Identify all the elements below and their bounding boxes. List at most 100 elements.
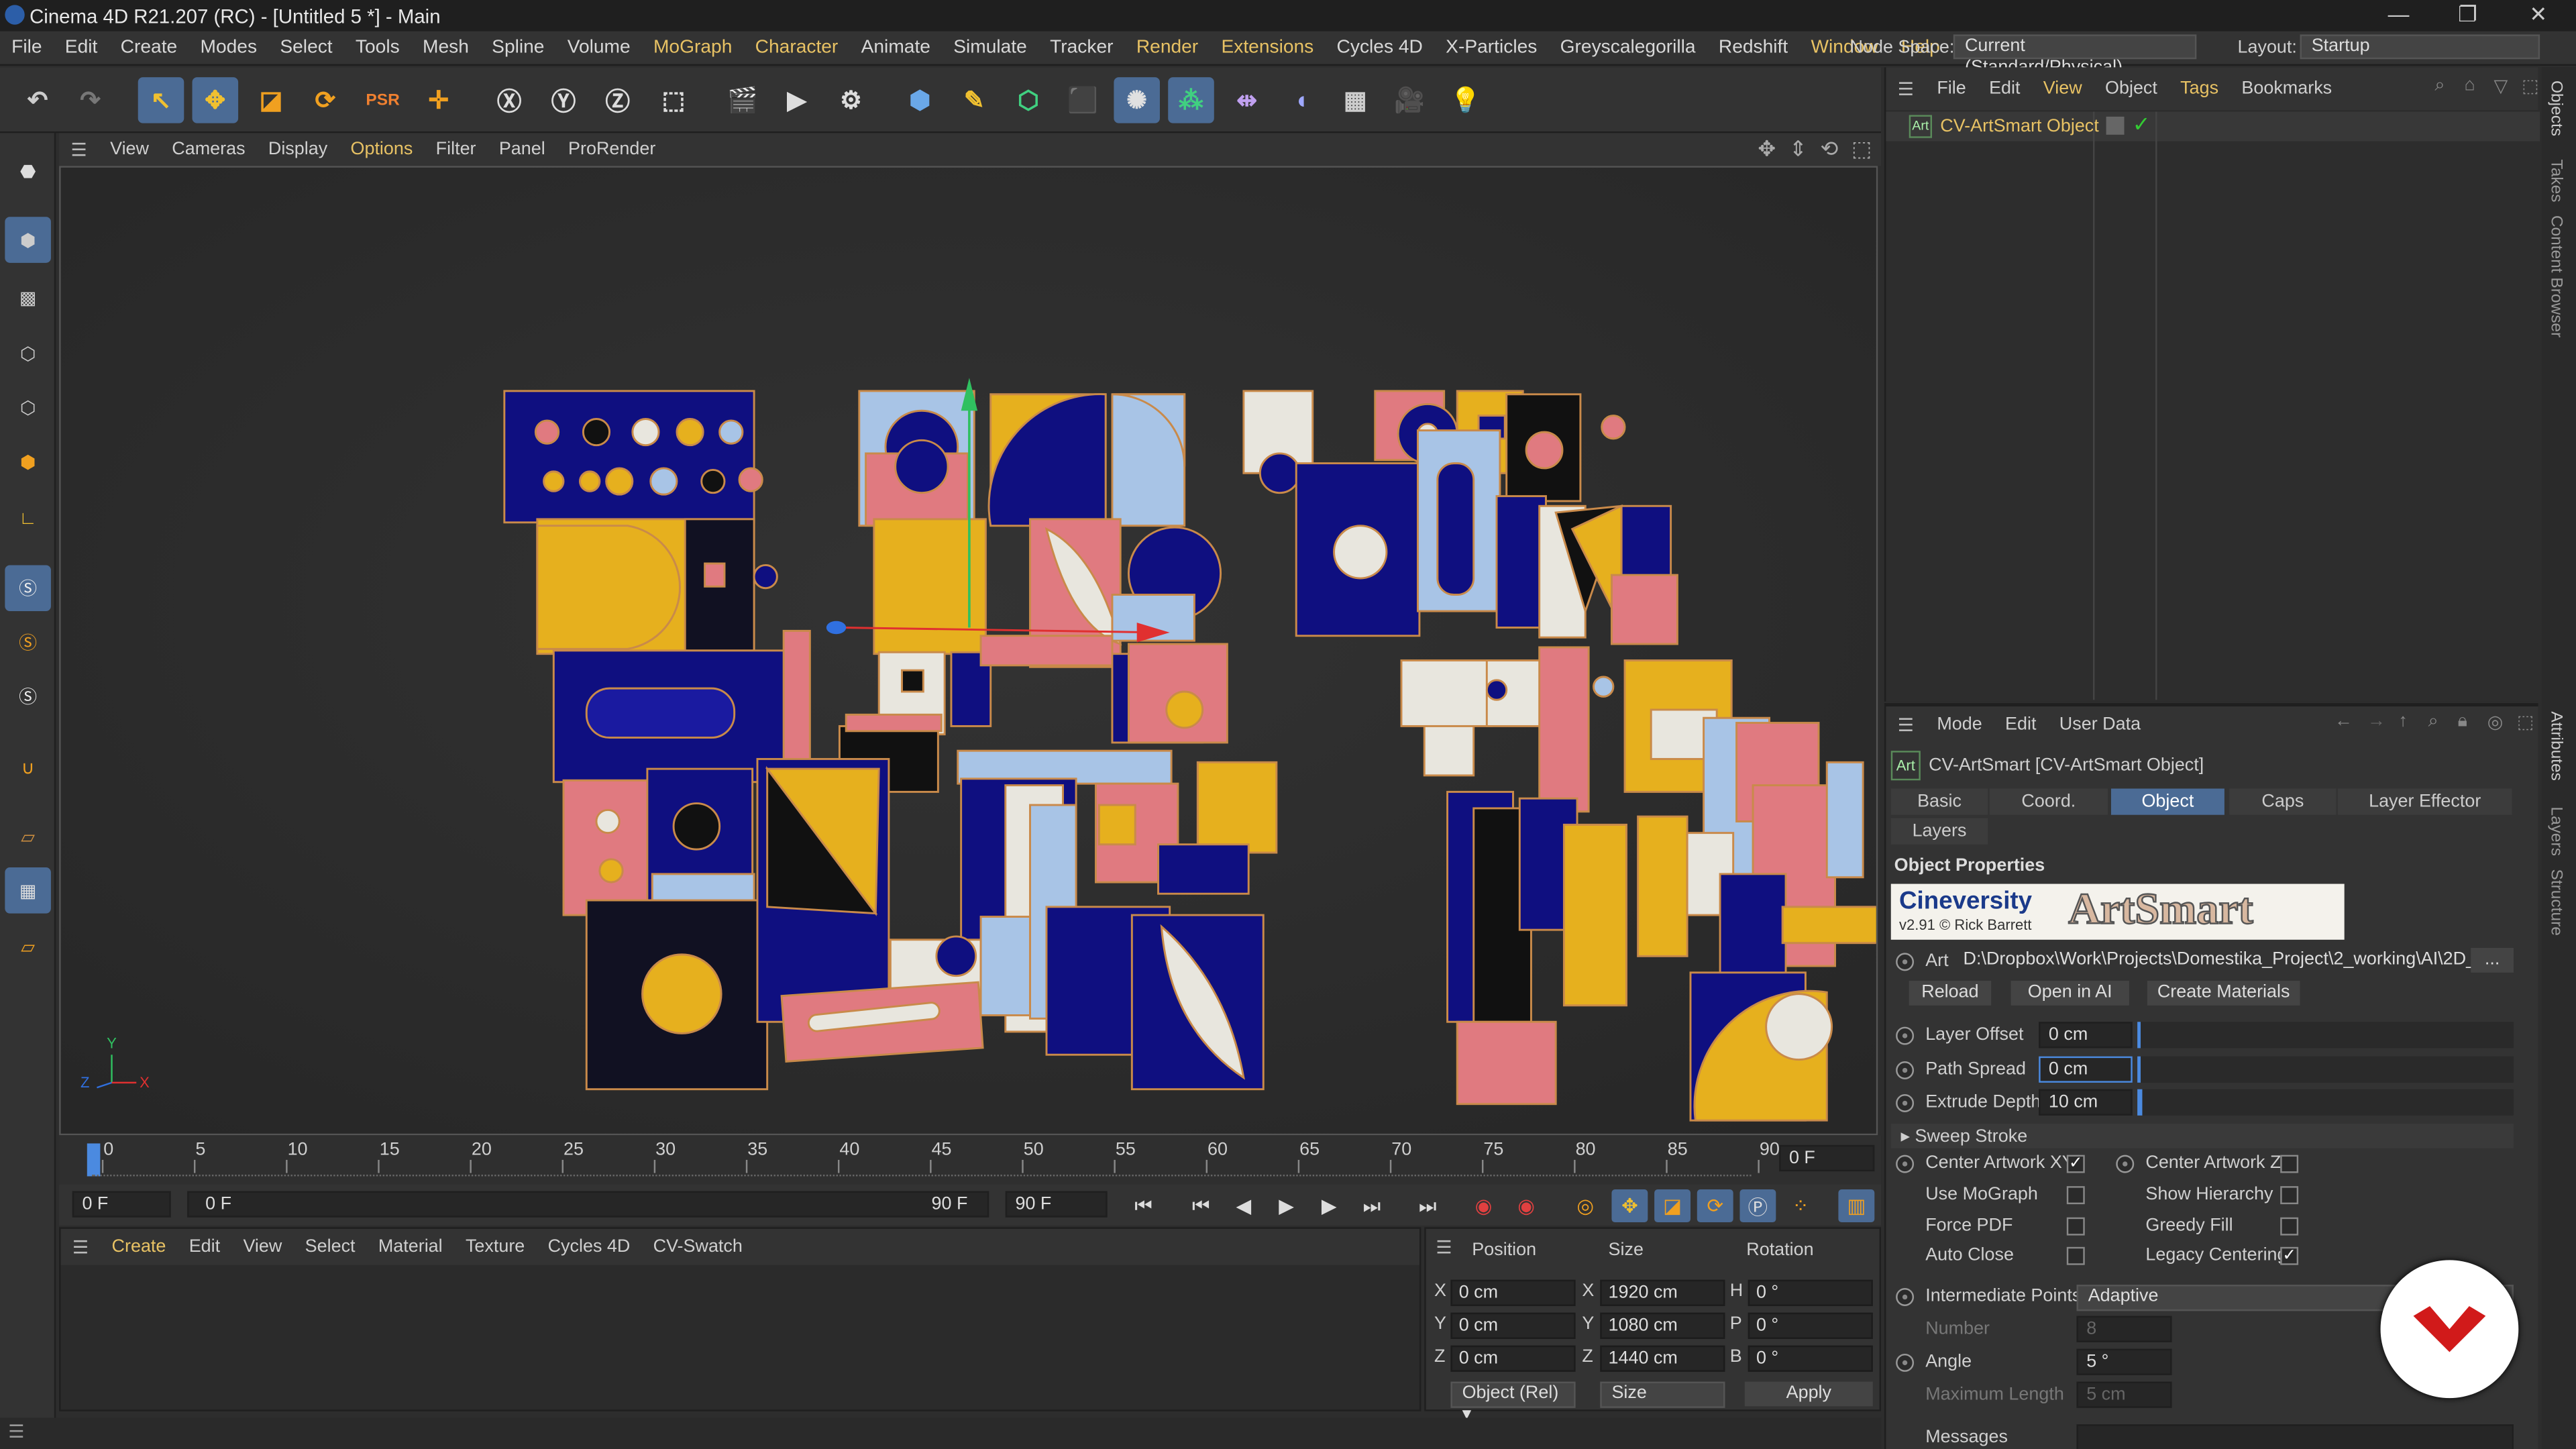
playhead[interactable] [87, 1143, 101, 1177]
size-field[interactable]: 1080 cm [1600, 1312, 1725, 1339]
tab-basic[interactable]: Basic [1890, 788, 1988, 815]
menu-item-animate[interactable]: Animate [849, 32, 942, 64]
forward-arrow-icon[interactable]: → [2367, 711, 2385, 731]
enabled-check-icon[interactable]: ✓ [2133, 112, 2151, 138]
menu-item-select[interactable]: Select [268, 32, 344, 64]
key-rotation-icon[interactable]: ⟳ [1697, 1189, 1733, 1223]
polygons-mode-icon[interactable]: ⬢ [5, 439, 51, 485]
back-arrow-icon[interactable]: ← [2334, 711, 2353, 731]
y-axis-lock-icon[interactable]: Ⓨ [541, 77, 587, 123]
path-spread-field[interactable]: 0 cm [2039, 1056, 2133, 1083]
up-arrow-icon[interactable]: ↑ [2399, 711, 2408, 731]
center-xy-checkbox[interactable]: ✓ [2066, 1155, 2085, 1173]
object-menu-edit[interactable]: Edit [1978, 67, 2032, 110]
legacy-centering-checkbox[interactable]: ✓ [2280, 1246, 2299, 1265]
object-menu-file[interactable]: File [1925, 67, 1978, 110]
viewport-menu-prorender[interactable]: ProRender [557, 133, 667, 166]
snap-settings-icon[interactable]: Ⓢ [5, 619, 51, 665]
material-menu-material[interactable]: Material [367, 1229, 454, 1265]
material-menu-cv-swatch[interactable]: CV-Swatch [641, 1229, 754, 1265]
layer-offset-field[interactable]: 0 cm [2039, 1022, 2133, 1049]
workplane-icon[interactable]: ▱ [5, 813, 51, 859]
render-view-icon[interactable]: 🎬 [720, 77, 766, 123]
maximize-icon[interactable]: ❐ [2434, 1, 2500, 30]
subdivision-icon[interactable]: ⬡ [1006, 77, 1052, 123]
3d-viewport[interactable]: Y X Z [59, 166, 1878, 1136]
side-tab-layers[interactable]: Layers [2546, 806, 2565, 856]
menu-item-mograph[interactable]: MoGraph [642, 32, 744, 64]
edges-mode-icon[interactable]: ⬡ [5, 384, 51, 431]
light-icon[interactable]: 💡 [1442, 77, 1489, 123]
center-z-radio[interactable] [2116, 1155, 2135, 1173]
key-pla-icon[interactable]: ⁘ [1782, 1189, 1819, 1222]
position-field[interactable]: 0 cm [1450, 1279, 1576, 1306]
menu-item-spline[interactable]: Spline [480, 32, 556, 64]
prev-frame-icon[interactable]: ◀ [1226, 1189, 1262, 1222]
tab-coord-[interactable]: Coord. [1989, 788, 2108, 815]
snap-icon[interactable]: Ⓢ [5, 565, 51, 612]
locked-workplane-icon[interactable]: ▱ [5, 923, 51, 969]
objects-hamburger-icon[interactable]: ☰ [1886, 78, 1925, 99]
size-mode-select[interactable]: Size [1600, 1381, 1725, 1408]
menu-item-x-particles[interactable]: X-Particles [1434, 32, 1548, 64]
center-xy-radio[interactable] [1896, 1155, 1915, 1173]
mograph-cloner-icon[interactable]: ✺ [1114, 77, 1160, 123]
layer-offset-radio[interactable] [1896, 1026, 1915, 1045]
prev-key-icon[interactable]: ⏮ [1183, 1189, 1219, 1222]
layout-select[interactable]: Startup [2300, 34, 2540, 60]
range-slider[interactable]: 0 F 90 F [187, 1191, 989, 1218]
menu-item-simulate[interactable]: Simulate [942, 32, 1038, 64]
camera-icon[interactable]: 🎥 [1387, 77, 1433, 123]
extrude-depth-field[interactable]: 10 cm [2039, 1089, 2133, 1116]
cube-object-icon[interactable]: ⬢ [897, 77, 943, 123]
side-tab-takes[interactable]: Takes [2546, 160, 2565, 203]
menu-item-character[interactable]: Character [744, 32, 850, 64]
record-keys-icon[interactable]: ◉ [1465, 1189, 1501, 1222]
axis-tool-icon[interactable]: ✛ [416, 77, 462, 123]
rotation-field[interactable]: 0 ° [1748, 1312, 1873, 1339]
object-name[interactable]: CV-ArtSmart Object [1940, 117, 2099, 136]
key-position-icon[interactable]: ✥ [1611, 1189, 1648, 1223]
end-frame-field[interactable]: 0 F [1779, 1144, 1875, 1172]
next-key-icon[interactable]: ⏭ [1354, 1189, 1390, 1222]
x-axis-lock-icon[interactable]: Ⓧ [486, 77, 533, 123]
scale-tool-icon[interactable]: ◪ [248, 77, 294, 123]
menu-item-cycles-4d[interactable]: Cycles 4D [1325, 32, 1434, 64]
viewport-menu-display[interactable]: Display [257, 133, 339, 166]
object-new-window-icon[interactable]: ⬚ [2522, 76, 2538, 97]
move-tool-icon[interactable]: ✥ [192, 77, 239, 123]
timeline-ruler[interactable]: 0 5 10 15 20 25 30 35 40 45 50 55 60 65 70 75 80 85 90 0 F [59, 1135, 1882, 1185]
angle-field[interactable]: 5 ° [2076, 1348, 2172, 1375]
side-tab-content-browser[interactable]: Content Browser [2546, 215, 2565, 337]
force-pdf-checkbox[interactable] [2066, 1217, 2085, 1236]
goto-end-icon[interactable]: ⏭ [1409, 1189, 1446, 1222]
axis-mode-icon[interactable]: ∟ [5, 496, 51, 543]
attribute-menu-edit[interactable]: Edit [1994, 706, 2048, 743]
autokey-icon[interactable]: ◉ [1508, 1189, 1544, 1222]
side-tab-objects[interactable]: Objects [2546, 80, 2565, 136]
tab-caps[interactable]: Caps [2229, 788, 2337, 815]
deformer-icon[interactable]: ⇹ [1224, 77, 1270, 123]
snap-toggle-icon[interactable]: Ⓢ [5, 674, 51, 720]
model-mode-icon[interactable]: ⬢ [5, 217, 51, 263]
next-frame-icon[interactable]: ▶ [1311, 1189, 1347, 1222]
object-menu-view[interactable]: View [2032, 67, 2094, 110]
coord-mode-select[interactable]: Object (Rel) ▾ [1450, 1381, 1576, 1424]
maxlen-field[interactable]: 5 cm [2076, 1381, 2172, 1408]
grid-icon[interactable]: ▦ [5, 867, 51, 914]
tab-layers[interactable]: Layers [1890, 818, 1988, 845]
material-menu-texture[interactable]: Texture [454, 1229, 537, 1265]
menu-item-greyscalegorilla[interactable]: Greyscalegorilla [1549, 32, 1707, 64]
position-field[interactable]: 0 cm [1450, 1312, 1576, 1339]
number-field[interactable]: 8 [2076, 1316, 2172, 1342]
viewport-move-icon[interactable]: ✥ [1758, 136, 1776, 162]
object-menu-object[interactable]: Object [2094, 67, 2169, 110]
extrude-generator-icon[interactable]: ⬛ [1060, 77, 1106, 123]
attribute-menu-mode[interactable]: Mode [1925, 706, 1994, 743]
render-picture-viewer-icon[interactable]: ▶ [773, 77, 820, 123]
make-editable-icon[interactable]: ⬣ [5, 148, 51, 194]
extrude-depth-slider[interactable] [2137, 1089, 2514, 1116]
menu-item-extensions[interactable]: Extensions [1210, 32, 1325, 64]
current-frame-field[interactable]: 0 F [72, 1191, 171, 1218]
object-home-icon[interactable]: ⌂ [2464, 76, 2475, 95]
